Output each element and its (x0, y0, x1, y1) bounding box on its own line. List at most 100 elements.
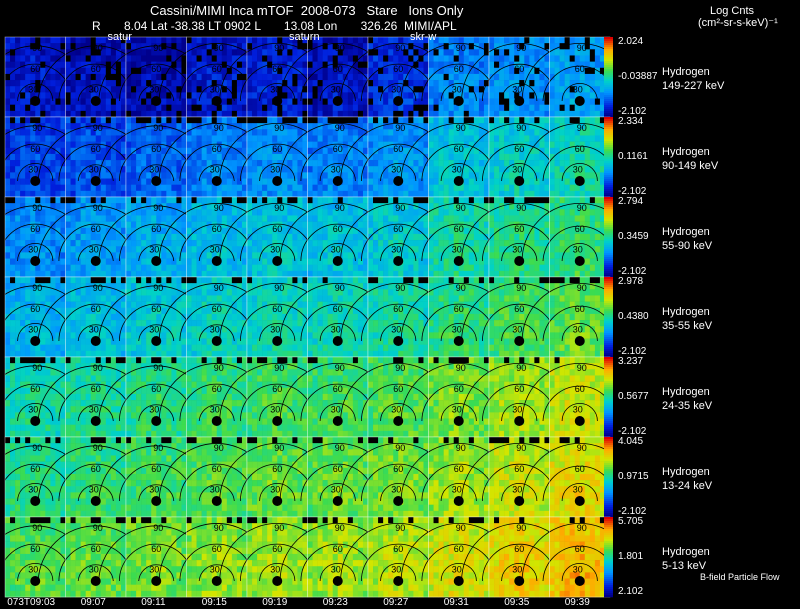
heatmap-cell (589, 92, 596, 99)
heatmap-cell (5, 123, 11, 130)
heatmap-cell (489, 270, 495, 278)
heatmap-cell (388, 233, 394, 241)
heatmap-cell (322, 227, 328, 235)
heatmap-cell (494, 172, 500, 179)
heatmap-cell (50, 264, 56, 272)
heatmap-cell (262, 178, 268, 185)
heatmap-cell (287, 178, 293, 185)
heatmap-cell (50, 104, 56, 112)
heatmap-cell (443, 270, 449, 278)
heatmap-cell (443, 110, 449, 118)
heatmap-cell (110, 166, 117, 173)
heatmap-cell (247, 246, 253, 253)
heatmap-cell (594, 73, 601, 81)
heatmap-cell (509, 135, 515, 142)
heatmap-cell (398, 190, 404, 198)
heatmap-cell (463, 246, 470, 253)
heatmap-cell (433, 49, 439, 56)
heatmap-cell (110, 129, 117, 136)
heatmap-cell (489, 197, 495, 204)
heatmap-cell (20, 92, 26, 99)
heatmap-cell (241, 141, 248, 149)
heatmap-cell (428, 184, 434, 192)
heatmap-cell (322, 184, 328, 192)
heatmap-cell (176, 197, 182, 204)
heatmap-cell (65, 117, 71, 124)
heatmap-cell (433, 55, 439, 62)
heatmap-cell (231, 104, 238, 112)
heatmap-cell (146, 117, 152, 124)
heatmap-cell (362, 98, 369, 105)
heatmap-cell (312, 110, 318, 118)
heatmap-cell (257, 240, 263, 247)
heatmap-cell (549, 258, 555, 265)
angle-label: 30 (331, 165, 341, 175)
heatmap-cell (357, 110, 364, 118)
heatmap-cell (141, 233, 147, 241)
heatmap-cell (252, 80, 258, 87)
heatmap-cell (579, 190, 586, 198)
heatmap-cell (584, 92, 591, 99)
angle-label: 60 (151, 224, 161, 234)
heatmap-cell (357, 73, 364, 81)
heatmap-cell (221, 104, 228, 112)
heatmap-cell (494, 221, 500, 229)
heatmap-cell (589, 258, 596, 265)
heatmap-cell (549, 147, 555, 155)
heatmap-cell (489, 246, 495, 253)
heatmap-cell (408, 160, 414, 167)
heatmap-cell (20, 110, 26, 118)
heatmap-cell (236, 190, 243, 198)
colorbar-segment (604, 181, 613, 184)
heatmap-cell (499, 166, 505, 173)
heatmap-cell (478, 80, 485, 87)
heatmap-cell (262, 215, 268, 222)
heatmap-cell (292, 55, 298, 62)
heatmap-cell (65, 258, 71, 265)
heatmap-cell (292, 215, 298, 222)
heatmap-cell (499, 190, 505, 198)
heatmap-cell (287, 215, 293, 222)
heatmap-cell (171, 37, 177, 44)
angle-label: 60 (333, 144, 343, 154)
heatmap-cell (564, 37, 570, 44)
heatmap-cell (594, 215, 601, 222)
heatmap-cell (110, 184, 117, 192)
heatmap-cell (302, 258, 308, 265)
saturn-marker (151, 176, 162, 186)
heatmap-cell (267, 197, 273, 204)
heatmap-cell (252, 209, 258, 216)
angle-label: 90 (516, 203, 526, 213)
colorbar-segment (604, 187, 613, 190)
heatmap-cell (252, 252, 258, 259)
heatmap-cell (322, 240, 328, 247)
heatmap-cell (191, 98, 197, 105)
heatmap-cell (115, 43, 122, 50)
heatmap-cell (564, 190, 570, 198)
heatmap-cell (514, 153, 520, 161)
heatmap-cell (302, 190, 308, 198)
heatmap-cell (105, 160, 112, 167)
heatmap-cell (267, 110, 273, 118)
heatmap-cell (196, 86, 202, 93)
heatmap-cell (534, 37, 540, 44)
heatmap-cell (509, 55, 515, 62)
heatmap-cell (514, 215, 520, 222)
heatmap-cell (241, 178, 248, 185)
heatmap-cell (30, 153, 36, 161)
heatmap-cell (549, 227, 555, 235)
heatmap-cell (494, 117, 500, 124)
colorbar-segment (604, 97, 613, 100)
heatmap-cell (40, 135, 46, 142)
heatmap-cell (10, 172, 16, 179)
heatmap-cell (473, 104, 480, 112)
heatmap-cell (141, 227, 147, 235)
heatmap-cell (357, 49, 364, 56)
heatmap-cell (65, 92, 71, 99)
heatmap-cell (231, 153, 238, 161)
heatmap-cell (171, 246, 177, 253)
heatmap-cell (378, 110, 384, 118)
heatmap-cell (5, 80, 11, 87)
heatmap-cell (549, 221, 555, 229)
heatmap-cell (594, 61, 601, 69)
